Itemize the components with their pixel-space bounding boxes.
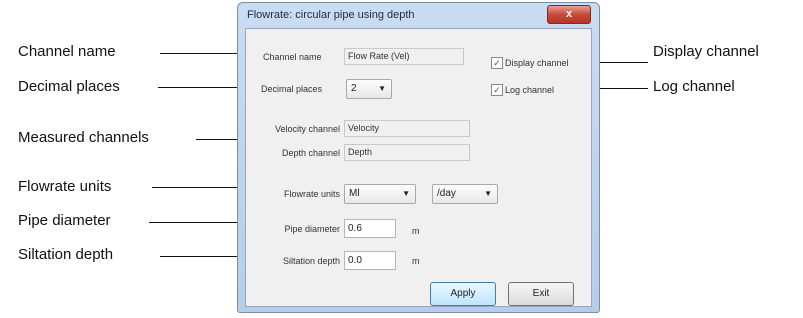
pipe-diameter-unit: m bbox=[412, 226, 420, 236]
depth-channel-label: Depth channel bbox=[281, 148, 340, 158]
decimal-places-select[interactable]: 2 ▼ bbox=[346, 79, 392, 99]
callout-display-channel: Display channel bbox=[653, 43, 759, 60]
callout-pipe-diameter: Pipe diameter bbox=[18, 212, 111, 229]
callout-channel-name: Channel name bbox=[18, 43, 116, 60]
title-bar[interactable]: Flowrate: circular pipe using depth x bbox=[238, 3, 599, 27]
flowrate-dialog: Flowrate: circular pipe using depth x Ch… bbox=[237, 2, 600, 313]
depth-channel-field[interactable]: Depth bbox=[344, 144, 470, 161]
decimal-places-label: Decimal places bbox=[261, 84, 323, 94]
chevron-down-icon: ▼ bbox=[378, 84, 386, 93]
flowrate-unit-value: Ml bbox=[349, 188, 360, 199]
flowrate-unit-select[interactable]: Ml ▼ bbox=[344, 184, 416, 204]
siltation-depth-input[interactable]: 0.0 bbox=[344, 251, 396, 270]
channel-name-field[interactable]: Flow Rate (Vel) bbox=[344, 48, 464, 65]
siltation-depth-label: Siltation depth bbox=[282, 256, 340, 266]
pipe-diameter-label: Pipe diameter bbox=[284, 224, 340, 234]
callout-measured-channels: Measured channels bbox=[18, 129, 149, 146]
flowrate-time-value: /day bbox=[437, 188, 456, 199]
flowrate-time-select[interactable]: /day ▼ bbox=[432, 184, 498, 204]
velocity-channel-label: Velocity channel bbox=[274, 124, 340, 134]
dialog-body: Channel name Flow Rate (Vel) ✓ Display ch… bbox=[245, 28, 592, 307]
siltation-depth-unit: m bbox=[412, 256, 420, 266]
pipe-diameter-input[interactable]: 0.6 bbox=[344, 219, 396, 238]
exit-button[interactable]: Exit bbox=[508, 282, 574, 306]
display-channel-label: Display channel bbox=[505, 58, 569, 68]
display-channel-checkbox[interactable]: ✓ Display channel bbox=[491, 57, 569, 69]
channel-name-label: Channel name bbox=[263, 52, 322, 62]
dialog-title: Flowrate: circular pipe using depth bbox=[247, 9, 415, 21]
apply-button[interactable]: Apply bbox=[430, 282, 496, 306]
callout-siltation-depth: Siltation depth bbox=[18, 246, 114, 263]
chevron-down-icon: ▼ bbox=[402, 189, 410, 198]
log-channel-checkbox[interactable]: ✓ Log channel bbox=[491, 84, 554, 96]
decimal-places-value: 2 bbox=[351, 83, 357, 94]
velocity-channel-field[interactable]: Velocity bbox=[344, 120, 470, 137]
checkbox-check-icon: ✓ bbox=[491, 57, 503, 69]
close-icon: x bbox=[565, 8, 573, 20]
flowrate-units-label: Flowrate units bbox=[283, 189, 340, 199]
chevron-down-icon: ▼ bbox=[484, 189, 492, 198]
close-button[interactable]: x bbox=[547, 5, 591, 24]
log-channel-label: Log channel bbox=[505, 85, 555, 95]
callout-log-channel: Log channel bbox=[653, 78, 735, 95]
checkbox-check-icon: ✓ bbox=[491, 84, 503, 96]
callout-flowrate-units: Flowrate units bbox=[18, 178, 112, 195]
callout-decimal-places: Decimal places bbox=[18, 78, 120, 95]
